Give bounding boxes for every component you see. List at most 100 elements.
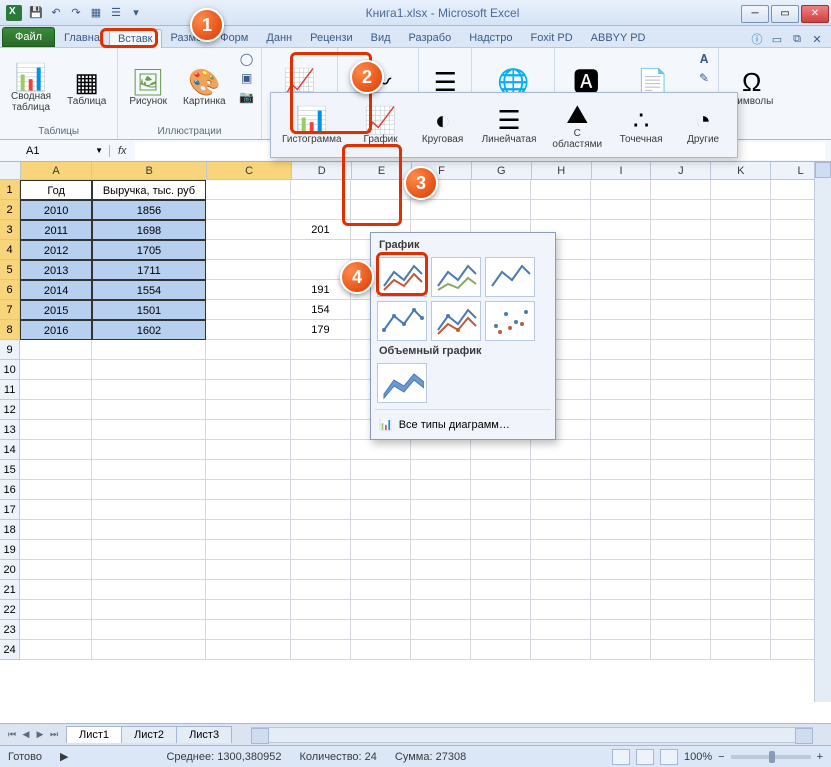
cell[interactable] xyxy=(411,520,471,540)
cell[interactable] xyxy=(206,200,291,220)
sheet-tab-3[interactable]: Лист3 xyxy=(176,726,232,743)
cell[interactable] xyxy=(411,460,471,480)
cell[interactable] xyxy=(411,640,471,660)
cell[interactable] xyxy=(92,580,206,600)
page-break-view-icon[interactable] xyxy=(660,749,678,765)
qat-dropdown-icon[interactable]: ▾ xyxy=(128,5,144,21)
cell[interactable] xyxy=(591,420,651,440)
cell[interactable] xyxy=(471,500,531,520)
cell[interactable] xyxy=(291,580,351,600)
cell[interactable] xyxy=(591,360,651,380)
cell[interactable] xyxy=(591,240,651,260)
cell[interactable] xyxy=(291,180,351,200)
cell[interactable] xyxy=(291,600,351,620)
cell[interactable] xyxy=(711,220,771,240)
cell[interactable] xyxy=(291,520,351,540)
cell[interactable] xyxy=(206,400,291,420)
cell[interactable] xyxy=(92,600,206,620)
cell[interactable] xyxy=(291,440,351,460)
cell[interactable] xyxy=(651,320,711,340)
row-header[interactable]: 2 xyxy=(0,200,20,220)
row-header[interactable]: 15 xyxy=(0,460,20,480)
cell[interactable] xyxy=(591,540,651,560)
row-header[interactable]: 18 xyxy=(0,520,20,540)
all-chart-types[interactable]: 📊 Все типы диаграмм… xyxy=(375,414,551,435)
cell[interactable]: 2010 xyxy=(20,200,92,220)
cell[interactable] xyxy=(206,440,291,460)
row-header[interactable]: 24 xyxy=(0,640,20,660)
cell[interactable] xyxy=(531,600,591,620)
vertical-scrollbar[interactable] xyxy=(814,162,831,702)
cell[interactable] xyxy=(531,640,591,660)
screenshot-icon[interactable]: 📷 xyxy=(237,88,257,106)
cell[interactable] xyxy=(20,480,92,500)
cell[interactable] xyxy=(711,380,771,400)
cell[interactable] xyxy=(206,560,291,580)
cell[interactable] xyxy=(206,180,291,200)
cell[interactable] xyxy=(591,440,651,460)
cell[interactable] xyxy=(651,620,711,640)
cell[interactable] xyxy=(591,220,651,240)
cell[interactable] xyxy=(471,580,531,600)
zoom-level[interactable]: 100% xyxy=(684,751,712,763)
select-all-corner[interactable] xyxy=(0,162,21,179)
maximize-button[interactable]: ▭ xyxy=(771,5,799,23)
page-layout-view-icon[interactable] xyxy=(636,749,654,765)
cell[interactable]: 2013 xyxy=(20,260,92,280)
cell[interactable] xyxy=(206,600,291,620)
cell[interactable] xyxy=(711,240,771,260)
column-header[interactable]: I xyxy=(592,162,652,179)
row-header[interactable]: 12 xyxy=(0,400,20,420)
cell[interactable]: Год xyxy=(20,180,92,200)
redo-icon[interactable]: ↷ xyxy=(68,5,84,21)
cell[interactable] xyxy=(711,420,771,440)
cell[interactable] xyxy=(20,580,92,600)
cell[interactable] xyxy=(206,220,291,240)
cell[interactable] xyxy=(92,500,206,520)
cell[interactable] xyxy=(711,500,771,520)
next-sheet-icon[interactable]: ▶ xyxy=(34,729,46,740)
cell[interactable]: 154 xyxy=(291,300,351,320)
row-header[interactable]: 1 xyxy=(0,180,20,200)
cell[interactable] xyxy=(291,620,351,640)
cell[interactable] xyxy=(531,520,591,540)
cell[interactable]: 1602 xyxy=(92,320,206,340)
cell[interactable] xyxy=(711,340,771,360)
pie-chart-button[interactable]: ◐Круговая xyxy=(413,97,473,153)
cell[interactable] xyxy=(411,480,471,500)
row-header[interactable]: 9 xyxy=(0,340,20,360)
cell[interactable] xyxy=(711,480,771,500)
cell[interactable] xyxy=(471,480,531,500)
row-header[interactable]: 21 xyxy=(0,580,20,600)
cell[interactable] xyxy=(92,380,206,400)
cell[interactable] xyxy=(651,200,711,220)
cell[interactable] xyxy=(206,480,291,500)
cell[interactable] xyxy=(92,420,206,440)
cell[interactable] xyxy=(591,260,651,280)
cell[interactable]: 1698 xyxy=(92,220,206,240)
row-header[interactable]: 16 xyxy=(0,480,20,500)
cell[interactable] xyxy=(711,360,771,380)
cell[interactable] xyxy=(711,640,771,660)
column-header[interactable]: B xyxy=(92,162,206,179)
cell[interactable] xyxy=(651,220,711,240)
cell[interactable] xyxy=(591,180,651,200)
cell[interactable] xyxy=(471,640,531,660)
shapes-icon[interactable]: ◯ xyxy=(237,50,257,68)
cell[interactable] xyxy=(591,640,651,660)
area-chart-button[interactable]: ⛰Собластями xyxy=(545,97,609,153)
cell[interactable] xyxy=(206,340,291,360)
cell[interactable]: 2016 xyxy=(20,320,92,340)
cell[interactable] xyxy=(206,520,291,540)
cell[interactable] xyxy=(291,380,351,400)
cell[interactable] xyxy=(651,400,711,420)
cell[interactable] xyxy=(471,520,531,540)
column-header[interactable]: A xyxy=(21,162,93,179)
cell[interactable] xyxy=(471,440,531,460)
cell[interactable] xyxy=(20,600,92,620)
row-header[interactable]: 14 xyxy=(0,440,20,460)
cell[interactable] xyxy=(591,200,651,220)
cell[interactable] xyxy=(711,180,771,200)
cell[interactable]: 2014 xyxy=(20,280,92,300)
cell[interactable] xyxy=(651,440,711,460)
